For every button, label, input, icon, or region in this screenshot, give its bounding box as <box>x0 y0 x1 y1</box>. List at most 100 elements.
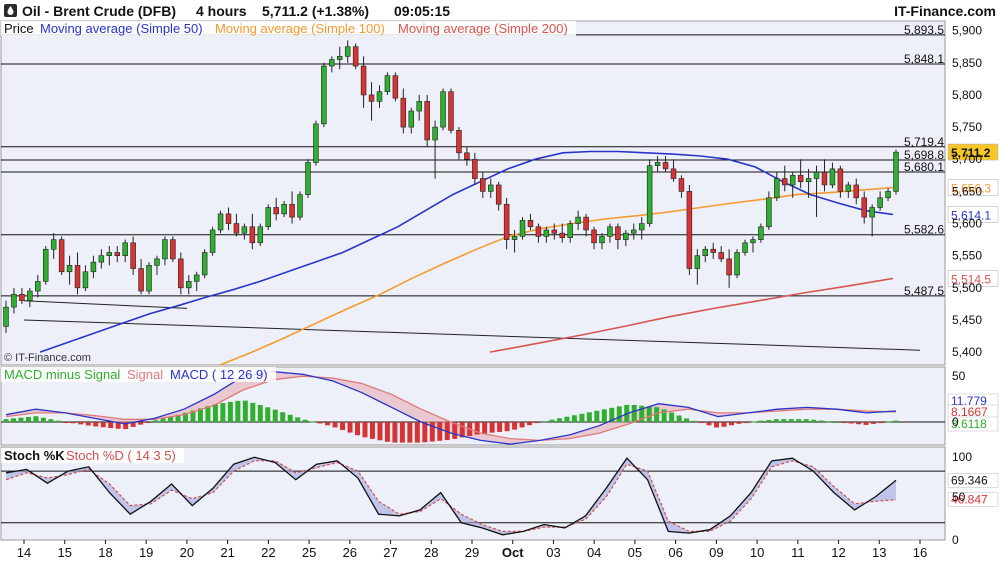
candle <box>217 213 224 231</box>
level-label: 5,582.6 <box>904 223 944 237</box>
candle <box>845 184 852 192</box>
macd-histogram-bar <box>691 420 697 423</box>
macd-histogram-bar <box>212 404 218 423</box>
candle <box>392 75 399 99</box>
legend-macd[interactable]: MACD ( 12 26 9) <box>170 367 268 382</box>
macd-histogram-bar <box>616 406 622 423</box>
chart-canvas[interactable]: Oil - Brent Crude (DFB) 4 hours 5,711.2 … <box>0 0 1000 563</box>
candle <box>511 236 518 240</box>
candle <box>789 175 796 186</box>
x-axis-tick-label: 19 <box>139 545 153 560</box>
candle <box>575 216 581 224</box>
x-axis-tick-label: 15 <box>57 545 71 560</box>
macd-histogram-bar <box>751 421 757 423</box>
macd-histogram-bar <box>220 403 226 423</box>
x-axis-tick-label: 18 <box>98 545 112 560</box>
macd-histogram-bar <box>886 421 892 423</box>
macd-histogram-bar <box>556 418 562 423</box>
candle <box>615 226 621 240</box>
price-panel[interactable] <box>0 20 946 366</box>
stoch-legend: Stoch %K Stoch %D ( 14 3 5) <box>1 448 184 463</box>
candle <box>3 306 9 327</box>
macd-histogram-bar <box>325 422 331 426</box>
candle <box>456 130 462 154</box>
macd-histogram-bar <box>108 422 114 429</box>
candle <box>774 178 780 199</box>
candle <box>623 232 629 240</box>
macd-histogram-bar <box>265 407 271 423</box>
macd-histogram-bar <box>272 409 278 423</box>
candle <box>305 162 311 195</box>
macd-histogram-bar <box>721 422 727 427</box>
candle <box>527 220 534 228</box>
candle <box>122 242 128 256</box>
candle <box>535 226 542 237</box>
legend-ma50[interactable]: Moving average (Simple 50) <box>40 21 203 36</box>
candle <box>869 207 875 218</box>
candle <box>82 271 89 289</box>
candle <box>368 94 375 102</box>
candle <box>321 65 327 125</box>
candle <box>718 252 724 260</box>
macd-histogram-bar <box>93 422 99 427</box>
candle <box>416 101 422 112</box>
price-axis-tick: 5,400 <box>952 345 982 359</box>
brand-label[interactable]: IT-Finance.com <box>894 3 996 19</box>
macd-histogram-bar <box>355 422 361 436</box>
legend-stoch-k[interactable]: Stoch %K <box>4 448 65 463</box>
candle <box>249 226 256 244</box>
macd-histogram-bar <box>48 419 54 423</box>
macd-histogram-bar <box>340 422 346 431</box>
candle <box>742 242 748 253</box>
macd-histogram-bar <box>646 406 652 423</box>
macd-histogram-bar <box>482 422 488 434</box>
candle <box>74 265 81 289</box>
x-axis-tick-label: 14 <box>17 545 31 560</box>
candle <box>400 97 407 128</box>
legend-price[interactable]: Price <box>4 21 34 36</box>
macd-histogram-bar <box>310 421 316 423</box>
candle <box>646 165 653 224</box>
price-axis-tick: 5,500 <box>952 281 982 295</box>
candle <box>551 229 558 234</box>
macd-histogram-bar <box>55 420 61 423</box>
macd-histogram-bar <box>541 421 547 423</box>
legend-macd-signal[interactable]: Signal <box>127 367 163 382</box>
price-axis-tick: 5,550 <box>952 249 982 263</box>
macd-histogram-bar <box>519 422 525 428</box>
candle <box>893 151 899 192</box>
candle <box>487 184 494 192</box>
candle <box>821 171 828 186</box>
candle <box>209 229 216 253</box>
macd-histogram-bar <box>138 422 144 425</box>
candle <box>829 168 836 186</box>
macd-histogram-bar <box>594 410 600 423</box>
macd-histogram-bar <box>766 419 772 423</box>
level-label: 5,719.4 <box>904 135 944 149</box>
macd-histogram-bar <box>714 422 720 428</box>
candle <box>599 236 605 244</box>
macd-histogram-bar <box>586 412 592 423</box>
candle <box>654 162 661 166</box>
oil-icon <box>4 4 17 17</box>
macd-histogram-bar <box>40 417 46 423</box>
candle <box>337 56 343 60</box>
macd-histogram-bar <box>347 422 353 433</box>
legend-ma100[interactable]: Moving average (Simple 100) <box>215 21 385 36</box>
candle <box>313 123 319 163</box>
macd-histogram-bar <box>811 419 817 423</box>
candle <box>766 197 772 228</box>
candle <box>583 216 589 231</box>
x-axis-tick-label: 26 <box>343 545 357 560</box>
macd-histogram-bar <box>3 419 9 423</box>
candle <box>281 203 287 215</box>
candle <box>170 239 176 260</box>
legend-macd-hist[interactable]: MACD minus Signal <box>4 367 120 382</box>
candle <box>66 265 73 273</box>
legend-stoch-d[interactable]: Stoch %D ( 14 3 5) <box>66 448 176 463</box>
macd-histogram-bar <box>728 422 734 426</box>
legend-ma200[interactable]: Moving average (Simple 200) <box>398 21 568 36</box>
macd-histogram-bar <box>384 422 390 442</box>
macd-histogram-bar <box>796 419 802 423</box>
price-axis-tick: 5,900 <box>952 24 982 38</box>
